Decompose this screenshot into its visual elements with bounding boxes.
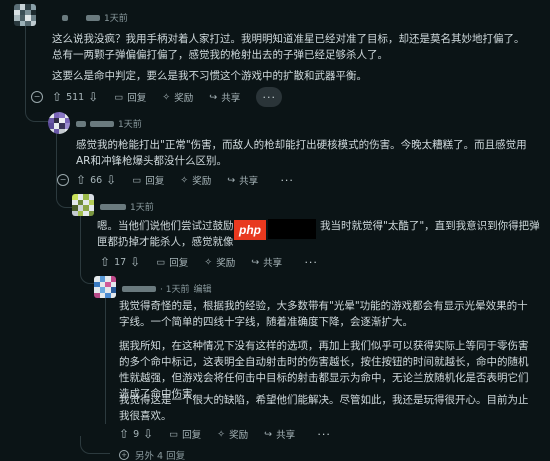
vote-group: ⇧ 511 ⇩ (52, 90, 98, 104)
share-button[interactable]: ↪ 共享 (251, 255, 282, 270)
timestamp: 1天前 (118, 120, 142, 130)
more-options-button[interactable]: ··· (274, 170, 300, 190)
comment-meta: 1天前 (100, 200, 154, 213)
comment-meta: 1天前 (62, 11, 128, 24)
more-options-button[interactable]: ··· (311, 424, 337, 444)
upvote-icon[interactable]: ⇧ (52, 90, 62, 104)
thread-line-level3[interactable] (105, 294, 106, 424)
username-redacted (86, 14, 100, 21)
redaction-block (268, 219, 316, 239)
thread-curve-1 (25, 100, 49, 122)
share-button[interactable]: ↪ 共享 (227, 173, 258, 188)
comment-actions: ⇧ 511 ⇩ ▭ 回复 ✧ 奖励 ↪ 共享 ··· (52, 87, 283, 107)
comment-body-p1: 我觉得奇怪的是，根据我的经验，大多数带有"光晕"功能的游戏都会有显示光晕效果的十… (119, 300, 528, 328)
more-replies-link[interactable]: + 另外 4 回复 (119, 448, 185, 461)
comment-actions: ⇧ 66 ⇩ ▭ 回复 ✧ 奖励 ↪ 共享 ··· (76, 170, 300, 190)
username-redacted[interactable] (122, 285, 156, 292)
more-replies-label: 另外 4 回复 (135, 451, 186, 461)
award-icon: ✧ (180, 174, 189, 186)
vote-count: 511 (66, 91, 85, 103)
username-redacted[interactable] (100, 203, 126, 210)
award-button[interactable]: ✧ 奖励 (180, 173, 211, 188)
comment-actions: ⇧ 9 ⇩ ▭ 回复 ✧ 奖励 ↪ 共享 ··· (119, 424, 337, 444)
thread-line-root[interactable] (25, 26, 26, 102)
downvote-icon[interactable]: ⇩ (143, 427, 153, 441)
avatar[interactable] (72, 194, 94, 216)
share-icon: ↪ (227, 174, 236, 186)
upvote-icon[interactable]: ⇧ (100, 255, 110, 269)
comment-meta: 1天前 (76, 117, 142, 130)
downvote-icon[interactable]: ⇩ (130, 255, 140, 269)
award-button[interactable]: ✧ 奖励 (217, 427, 248, 442)
comment-icon: ▭ (156, 256, 166, 268)
timestamp: · 1天前 (160, 285, 190, 295)
avatar[interactable] (48, 112, 70, 134)
reply-button[interactable]: ▭ 回复 (114, 90, 146, 105)
reply-button[interactable]: ▭ 回复 (132, 173, 164, 188)
upvote-icon[interactable]: ⇧ (119, 427, 129, 441)
vote-group: ⇧ 66 ⇩ (76, 173, 116, 187)
award-icon: ✧ (217, 428, 226, 440)
vote-group: ⇧ 17 ⇩ (100, 255, 140, 269)
comment-body-line1-part1: 嗯。当他们说他们尝试过鼓励点 (97, 220, 244, 232)
upvote-icon[interactable]: ⇧ (76, 173, 86, 187)
share-button[interactable]: ↪ 共享 (264, 427, 295, 442)
vote-count: 66 (90, 174, 103, 186)
comment-actions: ⇧ 17 ⇩ ▭ 回复 ✧ 奖励 ↪ 共享 ··· (100, 252, 324, 272)
avatar[interactable] (14, 4, 36, 26)
edited-label: 编辑 (193, 285, 212, 295)
timestamp: 1天前 (104, 14, 128, 24)
expand-icon: + (119, 450, 129, 460)
comment-body-2: 这要么是命中判定，要么是我不习惯这个游戏中的扩散和武器平衡。 (52, 70, 367, 82)
award-icon: ✧ (162, 91, 171, 103)
comment-body: 这么说我没疯？我用手柄对着人家打过。我明明知道准星已经对准了目标，却还是莫名其妙… (52, 33, 525, 61)
award-icon: ✧ (204, 256, 213, 268)
vote-group: ⇧ 9 ⇩ (119, 427, 153, 441)
thread-curve-4 (80, 436, 110, 454)
reply-button[interactable]: ▭ 回复 (156, 255, 188, 270)
more-options-button[interactable]: ··· (256, 87, 283, 107)
comment-icon: ▭ (132, 174, 142, 186)
comment-icon: ▭ (169, 428, 179, 440)
comment-body-line2: 匣都扔掉才能杀人，感觉就像 (97, 236, 234, 248)
username[interactable] (62, 14, 68, 21)
vote-count: 17 (114, 256, 127, 268)
username-redacted (90, 120, 114, 127)
comment-icon: ▭ (114, 91, 124, 103)
share-icon: ↪ (264, 428, 273, 440)
collapse-icon[interactable]: − (31, 91, 43, 103)
reply-button[interactable]: ▭ 回复 (169, 427, 201, 442)
award-button[interactable]: ✧ 奖励 (204, 255, 235, 270)
share-icon: ↪ (209, 91, 218, 103)
share-icon: ↪ (251, 256, 260, 268)
downvote-icon[interactable]: ⇩ (106, 173, 116, 187)
avatar[interactable] (94, 276, 116, 298)
more-options-button[interactable]: ··· (298, 252, 324, 272)
share-button[interactable]: ↪ 共享 (209, 90, 240, 105)
comment-meta: · 1天前 编辑 (122, 282, 211, 295)
collapse-icon[interactable]: − (57, 174, 69, 186)
comment-body-line1-part2: 我当时就觉得"太酷了"，直到我意识到你得把弹 (320, 220, 540, 232)
award-button[interactable]: ✧ 奖励 (162, 90, 193, 105)
comment-body-p3: 我觉得这是一个很大的缺陷，希望他们能解决。尽管如此，我还是玩得很开心。目前为止我… (119, 394, 529, 422)
vote-count: 9 (133, 428, 140, 440)
username-redacted[interactable] (76, 120, 86, 127)
watermark-logo: php (234, 220, 266, 240)
timestamp: 1天前 (130, 203, 154, 213)
comment-body: 感觉我的枪能打出"正常"伤害，而敌人的枪却能打出硬核模式的伤害。今晚太糟糕了。而… (76, 139, 527, 167)
downvote-icon[interactable]: ⇩ (88, 90, 98, 104)
